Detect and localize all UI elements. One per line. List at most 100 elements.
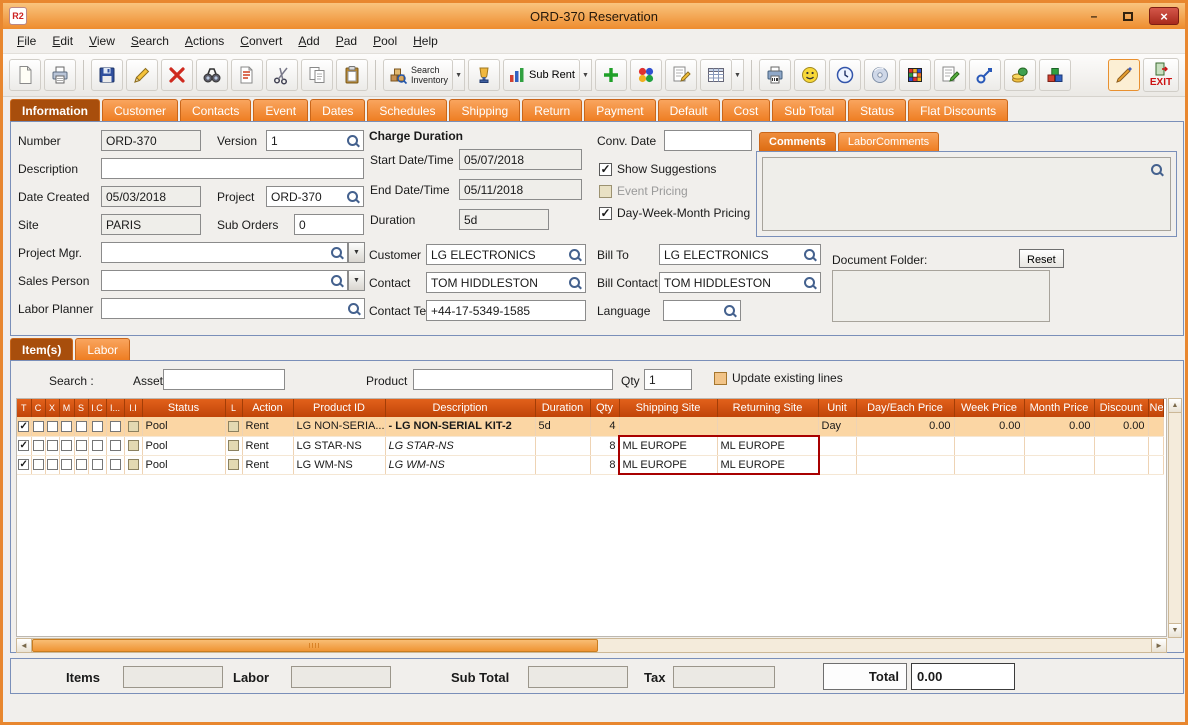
cell-shipping-site[interactable] [619,417,718,437]
search-inventory-dropdown[interactable]: ▼ [453,59,466,91]
row-checkbox[interactable]: ✓ [18,440,30,452]
time-button[interactable] [828,59,861,91]
project-mgr-search-icon[interactable] [330,246,344,260]
cell-shipping-site[interactable]: ML EUROPE [619,436,718,456]
cell-week-price[interactable] [954,455,1025,475]
row-checkbox[interactable] [32,420,44,432]
delete-button[interactable] [161,59,193,91]
sub-orders-field[interactable]: 0 [294,214,364,235]
cell-product-id[interactable]: LG WM-NS [293,455,386,475]
row-checkbox[interactable] [127,440,139,452]
tab-sub-total[interactable]: Sub Total [772,99,847,121]
tab-comments[interactable]: Comments [759,132,836,151]
data-grid-button[interactable] [699,59,732,91]
row-checkbox[interactable] [127,459,139,471]
language-field[interactable] [663,300,741,321]
cell-week-price[interactable] [954,436,1025,456]
row-checkbox[interactable] [46,459,58,471]
cell-qty[interactable]: 4 [590,417,620,437]
cell-discount[interactable] [1094,436,1149,456]
row-checkbox[interactable] [61,440,72,452]
tab-status[interactable]: Status [848,99,907,121]
bill-contact-field[interactable]: TOM HIDDLESTON [659,272,821,293]
row-checkbox[interactable] [109,459,121,471]
menu-add[interactable]: Add [290,31,327,51]
print-labels-button[interactable] [758,59,791,91]
tab-schedules[interactable]: Schedules [367,99,448,121]
tab-return[interactable]: Return [522,99,583,121]
customer-search-icon[interactable] [568,248,582,262]
document-folder-box[interactable] [832,270,1050,322]
maximize-button[interactable] [1115,7,1141,25]
cell-status[interactable]: Pool [142,417,226,437]
cell-action[interactable]: Rent [242,417,294,437]
contact-tel-field[interactable]: +44-17-5349-1585 [426,300,586,321]
menu-search[interactable]: Search [123,31,177,51]
cell-shipping-site[interactable]: ML EUROPE [619,455,718,475]
project-mgr-dropdown[interactable]: ▼ [348,242,365,263]
menu-file[interactable]: File [9,31,44,51]
site-field[interactable]: PARIS [101,214,201,235]
menu-edit[interactable]: Edit [44,31,81,51]
sales-person-field[interactable] [101,270,348,291]
exit-button[interactable]: EXIT [1143,58,1179,92]
tab-cost[interactable]: Cost [721,99,771,121]
row-checkbox[interactable]: ✓ [18,459,30,471]
comments-textarea[interactable] [762,157,1171,231]
row-checkbox[interactable] [228,440,239,452]
tab-labor-comments[interactable]: LaborComments [837,132,940,151]
smiley-button[interactable] [793,59,826,91]
row-checkbox[interactable] [32,440,44,452]
cell-ne[interactable] [1148,417,1164,437]
cell-qty[interactable]: 8 [590,455,620,475]
cell-status[interactable]: Pool [142,455,226,475]
cell-returning-site[interactable]: ML EUROPE [717,455,819,475]
project-mgr-field[interactable] [101,242,348,263]
row-checkbox[interactable] [61,420,72,432]
product-search-input[interactable] [413,369,613,390]
menu-pad[interactable]: Pad [328,31,365,51]
cell-month-price[interactable]: 0.00 [1024,417,1095,437]
cut-button[interactable] [266,59,298,91]
add-line-button[interactable] [594,59,627,91]
cell-product-id[interactable]: LG STAR-NS [293,436,386,456]
conv-date-field[interactable] [664,130,752,151]
cut-document-button[interactable] [231,59,263,91]
version-search-icon[interactable] [346,134,360,148]
item-row[interactable]: ✓ Pool Rent LG STAR-NS LG STAR-NS 8 ML E… [17,436,1164,456]
sub-rent-dropdown[interactable]: ▼ [579,59,592,91]
number-field[interactable]: ORD-370 [101,130,201,151]
new-document-button[interactable] [9,59,41,91]
reset-button[interactable]: Reset [1019,249,1064,268]
tab-shipping[interactable]: Shipping [449,99,521,121]
cell-duration[interactable]: 5d [535,417,591,437]
find-button[interactable] [196,59,228,91]
item-row[interactable]: ✓ Pool Rent LG NON-SERIA... - LG NON-SER… [17,417,1164,437]
cell-day-each-price[interactable] [856,436,955,456]
cell-unit[interactable] [818,436,857,456]
description-field[interactable] [101,158,364,179]
event-pricing-checkbox[interactable]: Event Pricing [599,184,688,198]
date-created-field[interactable]: 05/03/2018 [101,186,201,207]
row-checkbox[interactable] [91,440,103,452]
save-button[interactable] [91,59,123,91]
row-checkbox[interactable] [228,420,239,432]
bill-contact-search-icon[interactable] [803,276,817,290]
edit-button[interactable] [126,59,158,91]
sub-rent-button[interactable]: Sub Rent [503,59,580,91]
tab-information[interactable]: Information [10,99,100,121]
bill-to-field[interactable]: LG ELECTRONICS [659,244,821,265]
cell-day-each-price[interactable] [856,455,955,475]
asset-search-input[interactable] [163,369,285,390]
row-checkbox[interactable] [46,440,58,452]
project-field[interactable]: ORD-370 [266,186,364,207]
search-inventory-button[interactable]: Search Inventory [383,59,454,91]
cell-qty[interactable]: 8 [590,436,620,456]
duration-field[interactable]: 5d [459,209,549,230]
comments-search-icon[interactable] [1150,163,1164,177]
sales-person-search-icon[interactable] [330,274,344,288]
menu-view[interactable]: View [81,31,123,51]
labor-planner-search-icon[interactable] [347,302,361,316]
tab-event[interactable]: Event [253,99,309,121]
contact-search-icon[interactable] [568,276,582,290]
